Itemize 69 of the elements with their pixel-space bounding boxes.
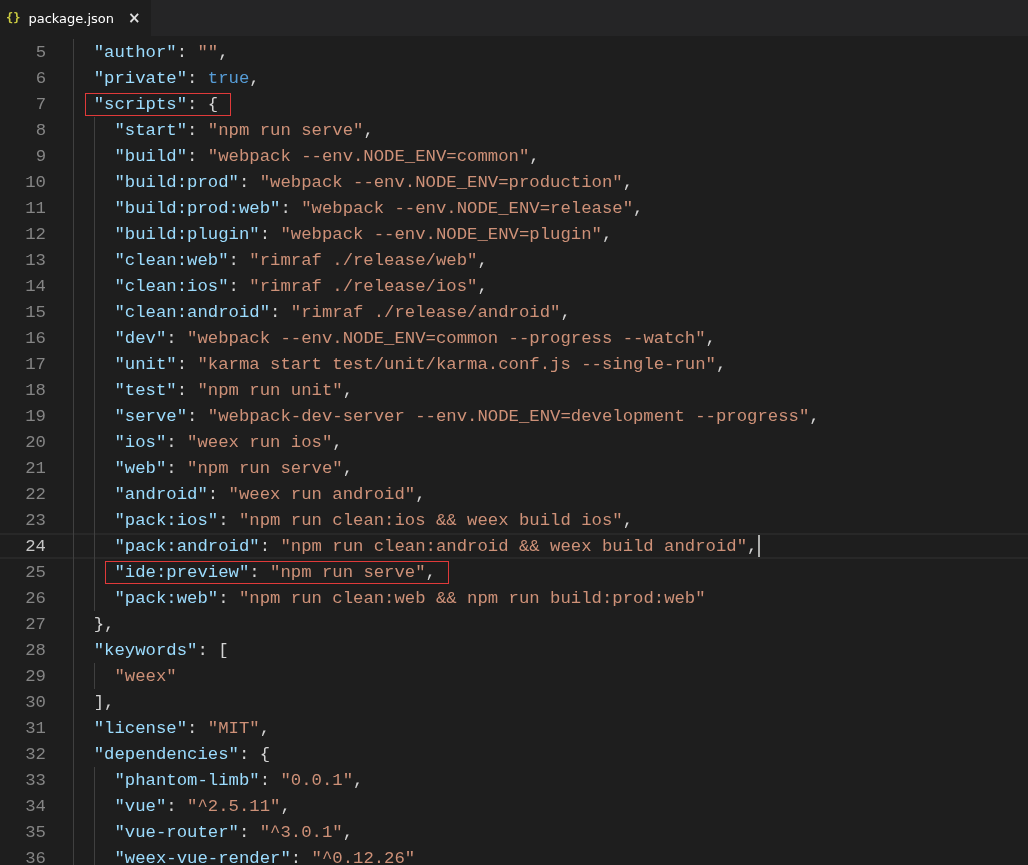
line-number: 8 [34, 120, 46, 140]
code-line: "clean:ios": "rimraf ./release/ios", [114, 276, 488, 296]
code-line: "build": "webpack --env.NODE_ENV=common", [114, 146, 540, 166]
editor-tab[interactable]: {} package.json × [0, 0, 151, 36]
code-line: "build:prod": "webpack --env.NODE_ENV=production", [114, 172, 633, 192]
line-number: 21 [24, 458, 46, 478]
code-line: "build:plugin": "webpack --env.NODE_ENV=plugin", [114, 224, 613, 244]
line-number: 22 [24, 484, 46, 504]
line-number: 34 [24, 796, 46, 816]
code-line: ], [93, 692, 115, 712]
code-line: "phantom-limb": "0.0.1", [114, 770, 364, 790]
text-cursor [758, 535, 761, 557]
line-number: 9 [34, 146, 46, 166]
line-number: 36 [24, 848, 46, 865]
line-number: 10 [24, 172, 46, 192]
code-line: "weex" [114, 666, 177, 686]
code-line: "clean:android": "rimraf ./release/android", [114, 302, 571, 322]
code-line: "dev": "webpack --env.NODE_ENV=common --progress --watch", [114, 328, 716, 348]
json-file-icon: {} [6, 11, 21, 25]
line-number: 19 [24, 406, 46, 426]
line-number: 27 [24, 614, 46, 634]
line-number: 25 [24, 562, 46, 582]
line-number: 18 [24, 380, 46, 400]
code-line: "private": true, [93, 68, 260, 88]
line-number: 32 [24, 744, 46, 764]
line-number: 15 [24, 302, 46, 322]
code-line: "pack:web": "npm run clean:web && npm run build:prod:web" [114, 588, 706, 608]
line-number: 6 [34, 68, 46, 88]
code-line: "vue-router": "^3.0.1", [114, 822, 353, 842]
line-number: 28 [24, 640, 46, 660]
code-line: "scripts": { [93, 94, 219, 114]
line-number: 26 [24, 588, 46, 608]
code-line: "ios": "weex run ios", [114, 432, 343, 452]
code-line: "test": "npm run unit", [114, 380, 353, 400]
line-number: 12 [24, 224, 46, 244]
tab-label: package.json [28, 10, 115, 26]
line-number: 20 [24, 432, 46, 452]
code-line: "pack:ios": "npm run clean:ios && weex build ios", [114, 510, 634, 530]
line-number: 5 [34, 42, 46, 62]
code-line: "dependencies": { [93, 744, 271, 764]
line-number: 11 [24, 198, 46, 218]
line-number: 14 [24, 276, 46, 296]
code-line: "build:prod:web": "webpack --env.NODE_ENV=release", [114, 198, 644, 218]
line-number: 30 [24, 692, 46, 712]
code-line: "vue": "^2.5.11", [114, 796, 291, 816]
line-number: 35 [24, 822, 46, 842]
close-button[interactable]: × [128, 9, 141, 27]
line-number: 33 [24, 770, 46, 790]
line-number: 23 [24, 510, 46, 530]
code-line: "clean:web": "rimraf ./release/web", [114, 250, 488, 270]
code-line: "web": "npm run serve", [114, 458, 353, 478]
code-line: }, [93, 614, 115, 634]
line-number: 7 [34, 94, 46, 114]
line-number: 16 [24, 328, 46, 348]
code-line: "ide:preview": "npm run serve", [114, 562, 436, 582]
code-line: "pack:android": "npm run clean:android && weex build android", [114, 536, 758, 556]
code-line: "unit": "karma start test/unit/karma.conf.js --single-run", [114, 354, 727, 374]
code-line: "license": "MIT", [93, 718, 271, 738]
code-line: "android": "weex run android", [114, 484, 426, 504]
line-number: 29 [24, 666, 46, 686]
code-line: "serve": "webpack-dev-server --env.NODE_ENV=development --progress", [114, 406, 820, 426]
line-number: 13 [24, 250, 46, 270]
line-number: 17 [24, 354, 46, 374]
code-line: "start": "npm run serve", [114, 120, 374, 140]
code-line: "keywords": [ [93, 640, 229, 660]
code-line: "weex-vue-render": "^0.12.26" [114, 848, 416, 865]
code-line: "author": "", [93, 42, 229, 62]
line-number: 24 [24, 536, 46, 556]
line-number: 31 [24, 718, 46, 738]
